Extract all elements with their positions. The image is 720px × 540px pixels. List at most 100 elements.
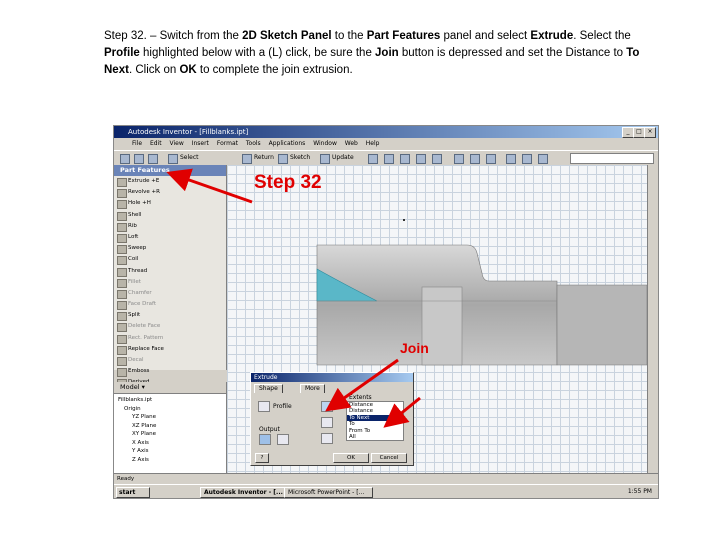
return-icon[interactable] [242,154,252,164]
sketch-icon[interactable] [278,154,288,164]
feature-item-0[interactable]: Extrude +E [114,176,226,187]
step-callout: Step 32 [254,172,322,193]
ok-button[interactable]: OK [333,453,369,463]
feature-icon [117,357,127,366]
menu-format[interactable]: Format [217,140,238,147]
taskbar-powerpoint[interactable]: Microsoft PowerPoint - [... [284,487,373,498]
feature-label: Extrude +E [128,178,160,184]
feature-icon [117,312,127,322]
feature-item-2[interactable]: Hole +H [114,198,226,210]
menu-help[interactable]: Help [366,140,380,147]
feature-icon [117,233,127,243]
menu-file[interactable]: File [132,140,142,147]
open-icon[interactable] [134,154,144,164]
select-button[interactable]: Select [180,154,199,162]
feature-icon [117,368,127,378]
profile-select-icon[interactable] [258,401,270,412]
extent-option-5[interactable]: All [347,434,403,440]
output-label: Output [259,426,280,433]
feature-item-5[interactable]: Loft [114,232,226,243]
menu-edit[interactable]: Edit [150,140,162,147]
tab-shape[interactable]: Shape [254,384,283,393]
panel-header[interactable]: Part Features [114,165,226,176]
zoom-icon[interactable] [368,154,378,164]
menu-web[interactable]: Web [345,140,358,147]
feature-item-10[interactable]: Chamfer [114,288,226,299]
feature-item-3[interactable]: Shell [114,210,226,221]
feature-item-9[interactable]: Fillet [114,277,226,288]
feature-label: Fillet [128,278,141,285]
zoom-window-icon[interactable] [400,154,410,164]
tree-item-0[interactable]: Fillblanks.ipt [114,396,226,405]
save-icon[interactable] [148,154,158,164]
join-button[interactable] [321,401,333,412]
shaded-display-icon[interactable] [454,154,464,164]
menu-window[interactable]: Window [313,140,337,147]
feature-item-12[interactable]: Split [114,310,226,322]
feature-label: Rect. Pattern [128,334,164,341]
model-browser-header[interactable]: Model ▾ [114,382,226,394]
feature-item-11[interactable]: Face Draft [114,299,226,311]
dialog-title: Extrude [251,373,413,382]
feature-label: Loft [128,233,139,240]
feature-item-16[interactable]: Decal [114,355,226,366]
pan-icon[interactable] [384,154,394,164]
update-icon[interactable] [320,154,330,164]
surface-output-icon[interactable] [277,434,289,445]
new-icon[interactable] [120,154,130,164]
instruction-text: Step 32. – Switch from the 2D Sketch Pan… [104,30,640,76]
tree-item-7[interactable]: Z Axis [114,456,226,465]
feature-label: Split [128,312,141,319]
feature-item-17[interactable]: Emboss [114,366,226,378]
feature-item-14[interactable]: Rect. Pattern [114,333,226,344]
tab-more[interactable]: More [300,384,325,393]
cancel-button[interactable]: Cancel [371,453,407,463]
feature-icon [117,256,127,266]
start-button[interactable]: start [116,487,150,498]
solid-output-icon[interactable] [259,434,271,445]
feature-icon [117,267,127,277]
menu-tools[interactable]: Tools [246,140,261,147]
camera-icon[interactable] [506,154,516,164]
menu-insert[interactable]: Insert [192,140,209,147]
look-at-icon[interactable] [432,154,442,164]
standard-toolbar: Select Return Sketch Update [114,150,658,166]
color-icon[interactable] [522,154,532,164]
taskbar-inventor[interactable]: Autodesk Inventor - [... [200,487,285,498]
return-button[interactable]: Return [254,154,274,162]
update-button[interactable]: Update [332,154,354,162]
feature-item-15[interactable]: Replace Face [114,344,226,355]
rotate-icon[interactable] [416,154,426,164]
sketch-button[interactable]: Sketch [290,154,310,162]
feature-item-7[interactable]: Coil [114,254,226,266]
feature-label: Revolve +R [128,189,160,196]
help-button[interactable]: ? [255,453,269,463]
feature-item-8[interactable]: Thread [114,266,226,277]
wireframe-icon[interactable] [486,154,496,164]
cut-button[interactable] [321,417,333,428]
hidden-edge-icon[interactable] [470,154,480,164]
tree-item-3[interactable]: XZ Plane [114,422,226,431]
menu-view[interactable]: View [170,140,184,147]
feature-item-1[interactable]: Revolve +R [114,187,226,199]
select-arrow-icon[interactable] [168,154,178,164]
extents-dropdown-list[interactable]: Distance Distance To Next To From To All [346,401,404,442]
help-icon[interactable] [538,154,548,164]
color-style-dropdown[interactable] [570,153,654,164]
feature-item-13[interactable]: Delete Face [114,321,226,333]
tree-item-1[interactable]: Origin [114,405,226,414]
feature-label: Hole +H [128,200,151,207]
tree-item-5[interactable]: X Axis [114,439,226,448]
intersect-button[interactable] [321,433,333,444]
feature-icon [117,245,127,255]
feature-item-6[interactable]: Sweep [114,243,226,255]
menu-applications[interactable]: Applications [269,140,306,147]
vertical-scrollbar[interactable] [647,165,658,483]
feature-icon [117,189,127,199]
feature-item-4[interactable]: Rib [114,221,226,232]
tree-item-6[interactable]: Y Axis [114,447,226,456]
tree-item-4[interactable]: XY Plane [114,430,226,439]
close-button[interactable]: × [644,127,656,138]
tree-item-2[interactable]: YZ Plane [114,413,226,422]
feature-label: Delete Face [128,323,161,330]
